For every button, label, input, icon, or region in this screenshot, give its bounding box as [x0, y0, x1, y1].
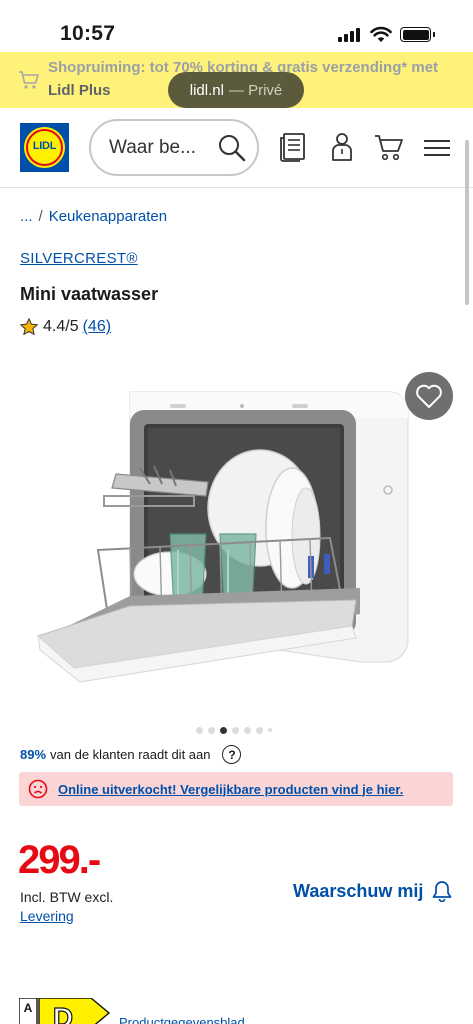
recommend-percent: 89% [20, 747, 47, 762]
logo-text: LIDL [32, 140, 57, 152]
brand-link[interactable]: SILVERCREST® [20, 250, 138, 267]
review-count-link[interactable]: (46) [83, 318, 111, 336]
breadcrumb: ... / Keukenapparaten [20, 208, 167, 225]
wifi-icon [370, 26, 392, 42]
status-time: 10:57 [60, 22, 116, 45]
delivery-link[interactable]: Levering [20, 908, 74, 924]
scrollbar[interactable] [465, 140, 469, 305]
product-price: 299.- [18, 838, 101, 882]
url-bar[interactable]: lidl.nl — Privé [168, 72, 304, 108]
heart-icon [416, 384, 442, 408]
breadcrumb-ellipsis[interactable]: ... [20, 208, 33, 225]
private-mode-label: — Privé [228, 81, 283, 99]
search-box[interactable] [89, 119, 259, 176]
account-icon[interactable] [330, 132, 354, 162]
signal-icon [338, 28, 362, 42]
breadcrumb-link-keukenapparaten[interactable]: Keukenapparaten [49, 208, 167, 225]
cart-icon[interactable] [374, 132, 404, 162]
soldout-alert: Online uitverkocht! Vergelijkbare produc… [19, 772, 453, 806]
image-carousel-dots[interactable] [196, 726, 272, 734]
url-domain: lidl.nl [189, 81, 224, 99]
product-image[interactable] [30, 378, 420, 688]
star-icon [20, 318, 38, 335]
bell-icon [433, 881, 452, 902]
energy-class: D [53, 1002, 73, 1024]
carousel-dot[interactable] [220, 726, 227, 734]
carousel-dot[interactable] [232, 726, 239, 734]
favorite-button[interactable] [405, 372, 453, 420]
vat-note: Incl. BTW excl. [20, 889, 114, 905]
notify-button[interactable]: Waarschuw mij [293, 880, 452, 902]
rating-score: 4.4/5 [43, 318, 79, 335]
help-icon[interactable]: ? [222, 745, 242, 764]
recommendation: 89% van de klanten raadt dit aan ? [20, 745, 242, 764]
lidl-plus-cart-icon [19, 71, 39, 89]
breadcrumb-separator: / [38, 208, 43, 225]
search-input[interactable] [109, 135, 204, 161]
recommend-text: van de klanten raadt dit aan [50, 747, 211, 762]
brochure-icon[interactable] [278, 132, 308, 162]
carousel-dot[interactable] [256, 726, 263, 734]
battery-icon [400, 27, 435, 42]
product-title: Mini vaatwasser [20, 284, 159, 304]
lidl-logo[interactable]: LIDL [20, 123, 69, 172]
promo-text-2: Lidl Plus [48, 82, 111, 99]
energy-label[interactable]: A D [19, 998, 111, 1024]
carousel-dot[interactable] [196, 726, 203, 734]
notify-label: Waarschuw mij [293, 880, 424, 901]
carousel-dot[interactable] [208, 726, 215, 734]
rating: 4.4/5 (46) [19, 317, 111, 337]
search-icon[interactable] [217, 133, 247, 163]
similar-products-link[interactable]: Online uitverkocht! Vergelijkbare produc… [58, 782, 403, 797]
sad-face-icon [28, 779, 48, 799]
datasheet-link[interactable]: Productgegevensblad [119, 1015, 245, 1024]
site-header: LIDL [0, 108, 473, 188]
carousel-dot[interactable] [268, 728, 272, 732]
status-bar: 10:57 [0, 0, 473, 52]
carousel-dot[interactable] [244, 726, 251, 734]
energy-scale-top: A [24, 1001, 33, 1015]
menu-icon[interactable] [423, 138, 451, 158]
